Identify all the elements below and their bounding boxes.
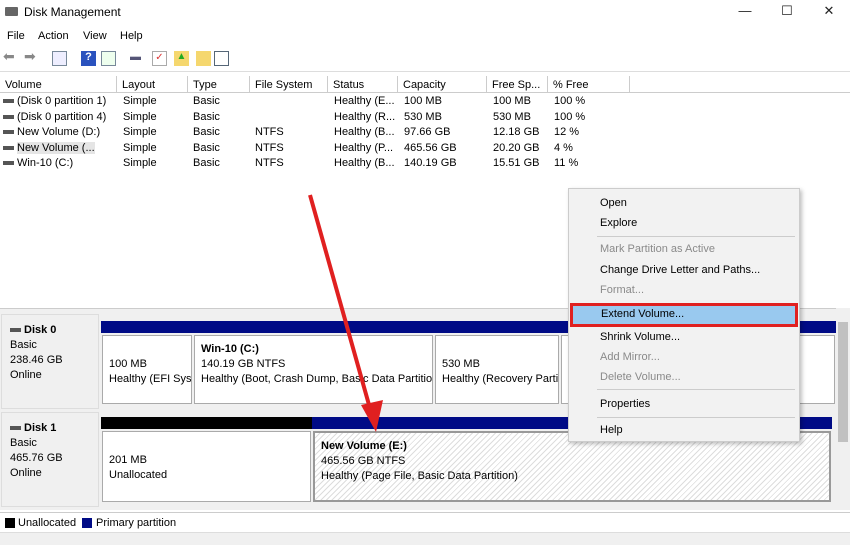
annotation-arrow	[308, 194, 383, 432]
arrow-shaft	[308, 194, 373, 413]
arrow-head	[361, 400, 383, 432]
